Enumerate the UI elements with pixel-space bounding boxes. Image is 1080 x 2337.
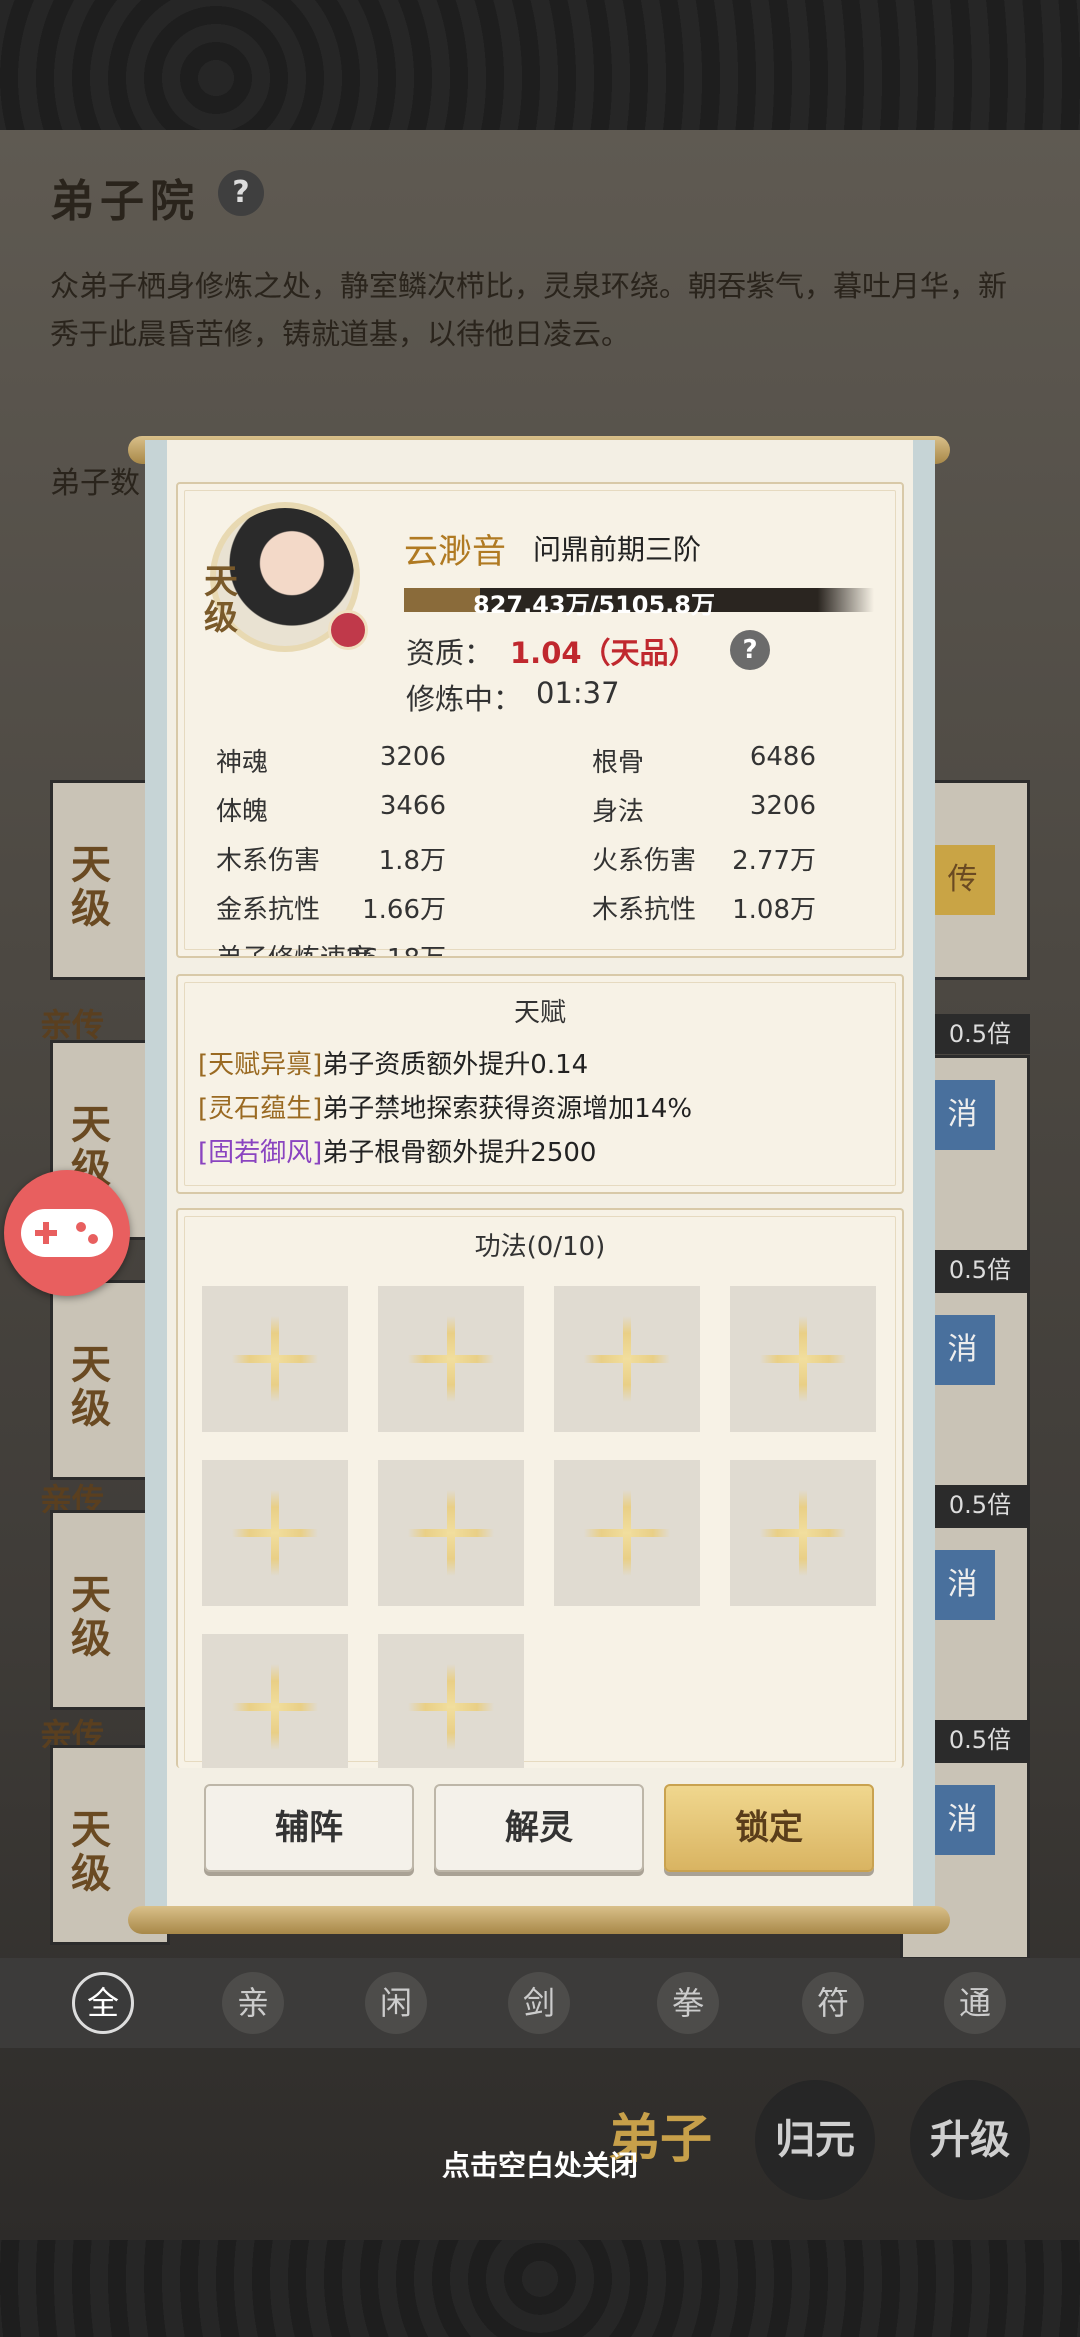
stat-label: 身法 [592, 797, 645, 827]
element-badge-icon [328, 610, 368, 650]
technique-slot-plus-icon[interactable] [202, 1634, 348, 1768]
technique-slot-plus-icon[interactable] [378, 1286, 524, 1432]
stat-label: 木系伤害 [216, 846, 321, 876]
bg-tier-label: 天级 [71, 1806, 111, 1897]
stat-value: 26.18万 [344, 938, 446, 956]
assist-button[interactable]: 辅阵 [204, 1784, 414, 1872]
aptitude-help-icon[interactable]: ? [730, 630, 770, 670]
bg-multiplier: 0.5倍 [930, 1014, 1030, 1054]
bg-multiplier: 0.5倍 [930, 1485, 1030, 1525]
exp-text: 827.43万/5105.8万 [473, 591, 715, 619]
bg-tier-label: 天级 [71, 1571, 111, 1662]
bg-cancel-button[interactable]: 消 [930, 1785, 995, 1855]
talent-text: 弟子禁地探索获得资源增加14% [322, 1094, 693, 1124]
bg-cancel-button[interactable]: 消 [930, 1315, 995, 1385]
stat-value: 3466 [379, 791, 446, 821]
stat-row-partial: 弟子修炼速度 26.18万 [216, 938, 876, 956]
bottom-decor-band [0, 2240, 1080, 2337]
techniques-title: 功法(0/10) [474, 1232, 606, 1262]
technique-slot-plus-icon[interactable] [730, 1286, 876, 1432]
technique-slot-plus-icon[interactable] [554, 1460, 700, 1606]
gamepad-floating-button[interactable] [4, 1170, 130, 1296]
talent-item: [天赋异禀]弟子资质额外提升0.14 [198, 1044, 588, 1081]
stat-value: 1.08万 [732, 895, 816, 925]
technique-slot-plus-icon[interactable] [378, 1634, 524, 1768]
talents-title: 天赋 [513, 998, 566, 1028]
bg-tier-label: 天级 [71, 841, 111, 932]
stat-value: 3206 [749, 791, 816, 821]
page-description: 众弟子栖身修炼之处，静室鳞次栉比，灵泉环绕。朝吞紫气，暮吐月华，新秀于此晨昏苦修… [50, 269, 1008, 351]
talent-item: [灵石蕴生]弟子禁地探索获得资源增加14% [198, 1088, 692, 1125]
techniques-panel: 功法(0/10) [176, 1208, 904, 1768]
stat-row: 木系伤害 1.8万 火系伤害 2.77万 [216, 840, 876, 889]
technique-slot-plus-icon[interactable] [202, 1460, 348, 1606]
lock-button[interactable]: 锁定 [664, 1784, 874, 1872]
filter-sword[interactable]: 剑 [508, 1972, 570, 2034]
close-hint[interactable]: 点击空白处关闭 [0, 2144, 1080, 2184]
stat-label: 金系抗性 [216, 895, 321, 925]
talent-text: 弟子根骨额外提升2500 [322, 1138, 597, 1168]
talent-tag: [天赋异禀] [198, 1050, 323, 1080]
stat-value: 1.66万 [362, 895, 446, 925]
filter-talisman[interactable]: 符 [802, 1972, 864, 2034]
page-title: 弟子院 [50, 176, 200, 227]
stat-row: 体魄 3466 身法 3206 [216, 791, 876, 840]
talent-tag: [灵石蕴生] [198, 1094, 323, 1124]
top-decor-band [0, 0, 1080, 130]
technique-slot-plus-icon[interactable] [730, 1460, 876, 1606]
technique-slot-plus-icon[interactable] [554, 1286, 700, 1432]
scroll-rod-bottom [128, 1906, 950, 1934]
stat-label: 火系伤害 [592, 846, 697, 876]
bg-card-button[interactable]: 传 [930, 845, 995, 915]
bg-cancel-button[interactable]: 消 [930, 1080, 995, 1150]
filter-direct[interactable]: 亲 [222, 1972, 284, 2034]
aptitude-value: 1.04（天品） [510, 636, 698, 670]
disciple-name: 云渺音 [404, 532, 506, 572]
disciple-info-panel: 天级 云渺音 问鼎前期三阶 827.43万/5105.8万 资质： 1.04（天… [176, 482, 904, 958]
stat-value: 1.8万 [378, 846, 446, 876]
talent-text: 弟子资质额外提升0.14 [322, 1050, 589, 1080]
stat-label: 木系抗性 [592, 895, 697, 925]
cultivation-time: 01:37 [536, 676, 620, 710]
bg-multiplier: 0.5倍 [930, 1720, 1030, 1760]
cultivation-label: 修炼中： [406, 682, 523, 716]
stat-label: 神魂 [216, 748, 269, 778]
stat-row: 金系抗性 1.66万 木系抗性 1.08万 [216, 889, 876, 938]
stat-value: 6486 [749, 742, 816, 772]
talents-panel: 天赋 [天赋异禀]弟子资质额外提升0.14 [灵石蕴生]弟子禁地探索获得资源增加… [176, 974, 904, 1194]
disciple-realm: 问鼎前期三阶 [533, 533, 702, 566]
talent-item: [固若御风]弟子根骨额外提升2500 [198, 1132, 596, 1169]
stat-value: 2.77万 [732, 846, 816, 876]
technique-slot-plus-icon[interactable] [202, 1286, 348, 1432]
bg-multiplier: 0.5倍 [930, 1250, 1030, 1290]
stat-value: 3206 [379, 742, 446, 772]
stat-label: 体魄 [216, 797, 269, 827]
help-icon[interactable]: ? [218, 170, 264, 216]
gamepad-icon [21, 1209, 113, 1257]
stat-row: 神魂 3206 根骨 6486 [216, 742, 876, 791]
stats-table: 神魂 3206 根骨 6486 体魄 3466 身法 3206 木系伤害 1.8… [216, 742, 876, 956]
technique-slot-plus-icon[interactable] [378, 1460, 524, 1606]
filter-fist[interactable]: 拳 [657, 1972, 719, 2034]
tier-label: 天级 [204, 562, 238, 638]
bg-tier-label: 天级 [71, 1341, 111, 1432]
disciple-count-label: 弟子数 [50, 466, 140, 501]
bg-cancel-button[interactable]: 消 [930, 1550, 995, 1620]
talent-tag: [固若御风] [198, 1138, 323, 1168]
aptitude-label: 资质： [406, 636, 494, 670]
stat-label: 根骨 [592, 748, 645, 778]
filter-bar: 全 亲 闲 剑 拳 符 通 [0, 1958, 1080, 2048]
release-button[interactable]: 解灵 [434, 1784, 644, 1872]
filter-all[interactable]: 全 [72, 1972, 134, 2034]
filter-idle[interactable]: 闲 [365, 1972, 427, 2034]
filter-general[interactable]: 通 [944, 1972, 1006, 2034]
